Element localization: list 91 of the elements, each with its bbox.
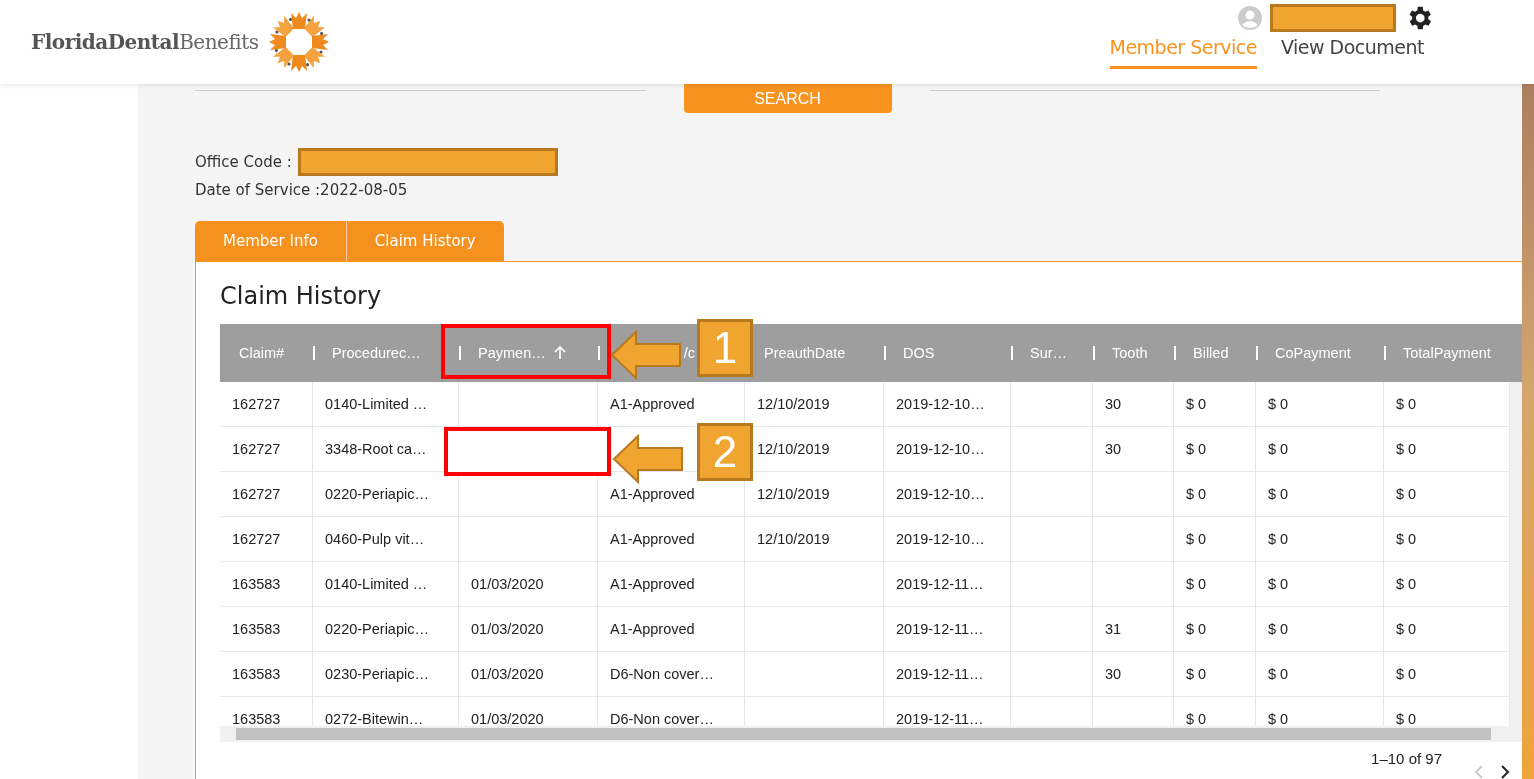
search-button[interactable]: SEARCH <box>683 84 892 113</box>
column-header[interactable]: Paymen… <box>478 345 546 361</box>
column-header[interactable]: DOS <box>903 345 935 361</box>
table-cell: 0220-Periapic… <box>325 486 429 502</box>
table-cell: $ 0 <box>1396 531 1417 547</box>
table-cell: $ 0 <box>1268 666 1289 682</box>
column-header[interactable]: Billed <box>1193 345 1229 361</box>
callout-number: 2 <box>697 423 753 481</box>
table-cell: $ 0 <box>1186 711 1207 726</box>
column-header[interactable]: CoPayment <box>1275 345 1351 361</box>
column-header[interactable]: /c <box>683 345 695 361</box>
table-cell: D6-Non cover… <box>610 666 714 682</box>
table-cell: 2019-12-10… <box>896 486 985 502</box>
table-cell: 162727 <box>232 531 281 547</box>
table-cell: $ 0 <box>1396 621 1417 637</box>
table-cell: $ 0 <box>1396 396 1417 412</box>
table-cell: $ 0 <box>1268 576 1289 592</box>
table-cell: $ 0 <box>1396 441 1417 457</box>
table-cell: $ 0 <box>1186 396 1207 412</box>
table-cell: 163583 <box>232 576 281 592</box>
table-cell: 163583 <box>232 711 281 726</box>
table-cell: A1-Approved <box>610 576 695 592</box>
table-cell: 0140-Limited … <box>325 396 428 412</box>
column-header[interactable]: Sur… <box>1030 345 1068 361</box>
column-header[interactable]: PreauthDate <box>764 345 846 361</box>
table-cell: 01/03/2020 <box>471 711 544 726</box>
table-cell: 30 <box>1105 441 1122 457</box>
table-cell: 3348-Root ca… <box>325 441 427 457</box>
table-cell: $ 0 <box>1396 666 1417 682</box>
field-value: 2022-08-05 <box>320 181 408 199</box>
panel-title: Claim History <box>220 282 383 312</box>
table-cell: 31 <box>1105 621 1122 637</box>
table-cell: $ 0 <box>1186 531 1207 547</box>
table-cell: 2019-12-11… <box>896 666 984 682</box>
table-cell: $ 0 <box>1268 531 1289 547</box>
table-cell: 162727 <box>232 486 281 502</box>
table-cell: 0272-Bitewin… <box>325 711 424 726</box>
table-cell: 162727 <box>232 396 281 412</box>
table-cell: 2019-12-11… <box>896 576 984 592</box>
table-cell: A1-Approved <box>610 486 695 502</box>
column-header[interactable]: Claim# <box>239 345 285 361</box>
table-cell: 01/03/2020 <box>471 576 544 592</box>
table-cell: 163583 <box>232 621 281 637</box>
table-cell: $ 0 <box>1186 621 1207 637</box>
table-cell: 0140-Limited … <box>325 576 428 592</box>
tab[interactable]: Member Info <box>195 221 347 261</box>
table-cell: $ 0 <box>1268 486 1289 502</box>
table-cell: 12/10/2019 <box>757 396 830 412</box>
table-cell: 2019-12-10… <box>896 531 985 547</box>
table-cell: A1-Approved <box>610 621 695 637</box>
column-header[interactable]: Tooth <box>1112 345 1148 361</box>
table-cell: 0220-Periapic… <box>325 621 429 637</box>
table-cell: 2019-12-10… <box>896 441 985 457</box>
table-cell: $ 0 <box>1396 576 1417 592</box>
table-cell: A1-Approved <box>610 396 695 412</box>
table-cell: 0460-Pulp vit… <box>325 531 425 547</box>
table-cell: $ 0 <box>1186 441 1207 457</box>
table-cell: 2019-12-10… <box>896 396 985 412</box>
table-cell: 2019-12-11… <box>896 621 984 637</box>
table-cell: A1-Approved <box>610 531 695 547</box>
table-cell: $ 0 <box>1186 666 1207 682</box>
table-cell: $ 0 <box>1396 711 1417 726</box>
tab[interactable]: Claim History <box>346 221 504 261</box>
table-cell: 30 <box>1105 666 1122 682</box>
table-cell: 162727 <box>232 441 281 457</box>
table-cell: 30 <box>1105 396 1122 412</box>
column-header[interactable]: Procedurec… <box>332 345 421 361</box>
table-cell: $ 0 <box>1186 576 1207 592</box>
table-cell: $ 0 <box>1268 396 1289 412</box>
table-cell: 01/03/2020 <box>471 621 544 637</box>
table-cell: 12/10/2019 <box>757 486 830 502</box>
table-cell: D6-Non cover… <box>610 711 714 726</box>
nav-link[interactable]: View Document <box>1280 36 1424 69</box>
table-cell: 01/03/2020 <box>471 666 544 682</box>
logo-text: FloridaDentalBenefits <box>31 30 259 54</box>
column-header[interactable]: TotalPayment <box>1403 345 1491 361</box>
table-cell: $ 0 <box>1268 621 1289 637</box>
table-cell: 12/10/2019 <box>757 441 830 457</box>
nav-link[interactable]: Member Service <box>1109 36 1257 69</box>
table-cell: 0230-Periapic… <box>325 666 429 682</box>
table-cell: $ 0 <box>1268 711 1289 726</box>
pagination-text: 1–10 of 97 <box>1371 750 1442 767</box>
field-label: Date of Service : <box>195 181 321 199</box>
table-cell: $ 0 <box>1186 486 1207 502</box>
table-cell: $ 0 <box>1268 441 1289 457</box>
field-label: Office Code : <box>195 153 292 171</box>
table-cell: 12/10/2019 <box>757 531 830 547</box>
callout-number: 1 <box>697 319 753 377</box>
table-cell: 163583 <box>232 666 281 682</box>
table-cell: 2019-12-11… <box>896 711 984 726</box>
table-cell: $ 0 <box>1396 486 1417 502</box>
